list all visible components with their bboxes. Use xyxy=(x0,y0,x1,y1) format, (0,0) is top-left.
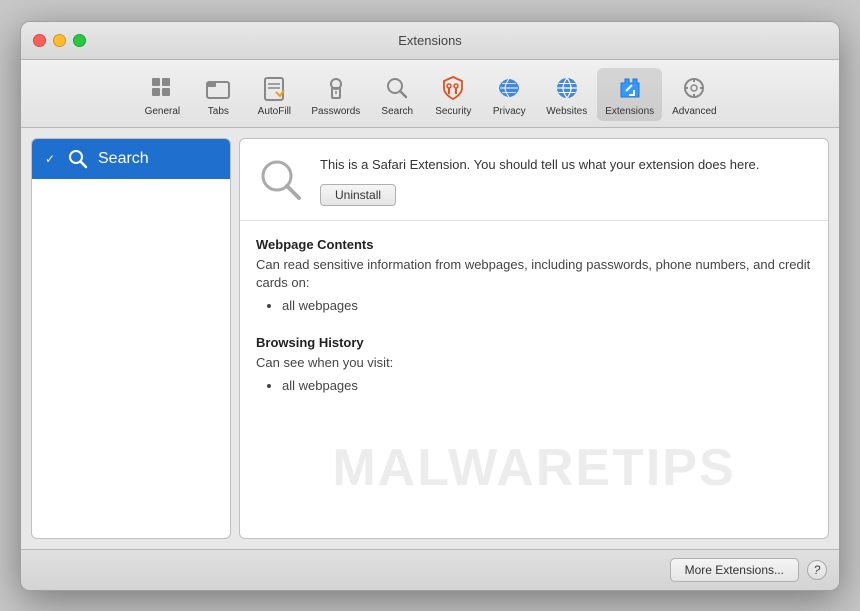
toolbar-item-search[interactable]: Search xyxy=(370,68,424,121)
extension-icon-large xyxy=(256,155,306,205)
autofill-label: AutoFill xyxy=(258,106,291,117)
sidebar-item-label: Search xyxy=(98,150,149,168)
search-icon xyxy=(381,72,413,104)
toolbar: General Tabs xyxy=(21,60,839,128)
toolbar-item-autofill[interactable]: AutoFill xyxy=(247,68,301,121)
advanced-label: Advanced xyxy=(672,106,716,117)
general-icon xyxy=(146,72,178,104)
toolbar-item-tabs[interactable]: Tabs xyxy=(191,68,245,121)
passwords-icon xyxy=(320,72,352,104)
maximize-button[interactable] xyxy=(73,34,86,47)
webpage-contents-list: all webpages xyxy=(256,296,812,317)
toolbar-item-general[interactable]: General xyxy=(135,68,189,121)
browsing-history-desc: Can see when you visit: xyxy=(256,354,812,372)
toolbar-item-security[interactable]: Security xyxy=(426,68,480,121)
extensions-sidebar: ✓ Search xyxy=(31,138,231,539)
extensions-icon xyxy=(614,72,646,104)
search-label: Search xyxy=(381,106,413,117)
websites-label: Websites xyxy=(546,106,587,117)
privacy-icon xyxy=(493,72,525,104)
toolbar-items: General Tabs xyxy=(135,68,724,121)
checkbox-check-icon: ✓ xyxy=(45,153,55,165)
list-item: all webpages xyxy=(282,296,812,317)
advanced-icon xyxy=(678,72,710,104)
webpage-contents-desc: Can read sensitive information from webp… xyxy=(256,256,812,292)
main-content: ✓ Search MALWARETIPS xyxy=(21,128,839,549)
websites-icon xyxy=(551,72,583,104)
security-icon xyxy=(437,72,469,104)
security-label: Security xyxy=(435,106,471,117)
toolbar-item-advanced[interactable]: Advanced xyxy=(664,68,724,121)
extension-enabled-checkbox[interactable]: ✓ xyxy=(42,151,58,167)
extension-description: This is a Safari Extension. You should t… xyxy=(320,155,812,175)
toolbar-item-extensions[interactable]: Extensions xyxy=(597,68,662,121)
general-label: General xyxy=(145,106,181,117)
sidebar-ext-search-icon xyxy=(66,147,90,171)
minimize-button[interactable] xyxy=(53,34,66,47)
extensions-label: Extensions xyxy=(605,106,654,117)
toolbar-item-passwords[interactable]: Passwords xyxy=(303,68,368,121)
window-controls xyxy=(33,34,86,47)
tabs-icon xyxy=(202,72,234,104)
list-item: all webpages xyxy=(282,376,812,397)
browsing-history-title: Browsing History xyxy=(256,335,812,350)
bottom-bar: More Extensions... ? xyxy=(21,549,839,590)
extension-detail-panel: MALWARETIPS This is a Safari Extension. … xyxy=(239,138,829,539)
detail-body: Webpage Contents Can read sensitive info… xyxy=(240,221,828,538)
browsing-history-list: all webpages xyxy=(256,376,812,397)
more-extensions-button[interactable]: More Extensions... xyxy=(670,558,799,582)
close-button[interactable] xyxy=(33,34,46,47)
browsing-history-section: Browsing History Can see when you visit:… xyxy=(256,335,812,397)
tabs-label: Tabs xyxy=(208,106,229,117)
detail-header: This is a Safari Extension. You should t… xyxy=(240,139,828,222)
webpage-contents-section: Webpage Contents Can read sensitive info… xyxy=(256,237,812,317)
webpage-contents-title: Webpage Contents xyxy=(256,237,812,252)
help-button[interactable]: ? xyxy=(807,560,827,580)
passwords-label: Passwords xyxy=(311,106,360,117)
uninstall-button[interactable]: Uninstall xyxy=(320,184,396,206)
safari-preferences-window: Extensions General xyxy=(20,21,840,591)
titlebar: Extensions xyxy=(21,22,839,60)
privacy-label: Privacy xyxy=(493,106,526,117)
window-title: Extensions xyxy=(398,33,462,48)
toolbar-item-websites[interactable]: Websites xyxy=(538,68,595,121)
toolbar-item-privacy[interactable]: Privacy xyxy=(482,68,536,121)
sidebar-item-search-ext[interactable]: ✓ Search xyxy=(32,139,230,179)
extension-detail-text: This is a Safari Extension. You should t… xyxy=(320,155,812,207)
autofill-icon xyxy=(258,72,290,104)
